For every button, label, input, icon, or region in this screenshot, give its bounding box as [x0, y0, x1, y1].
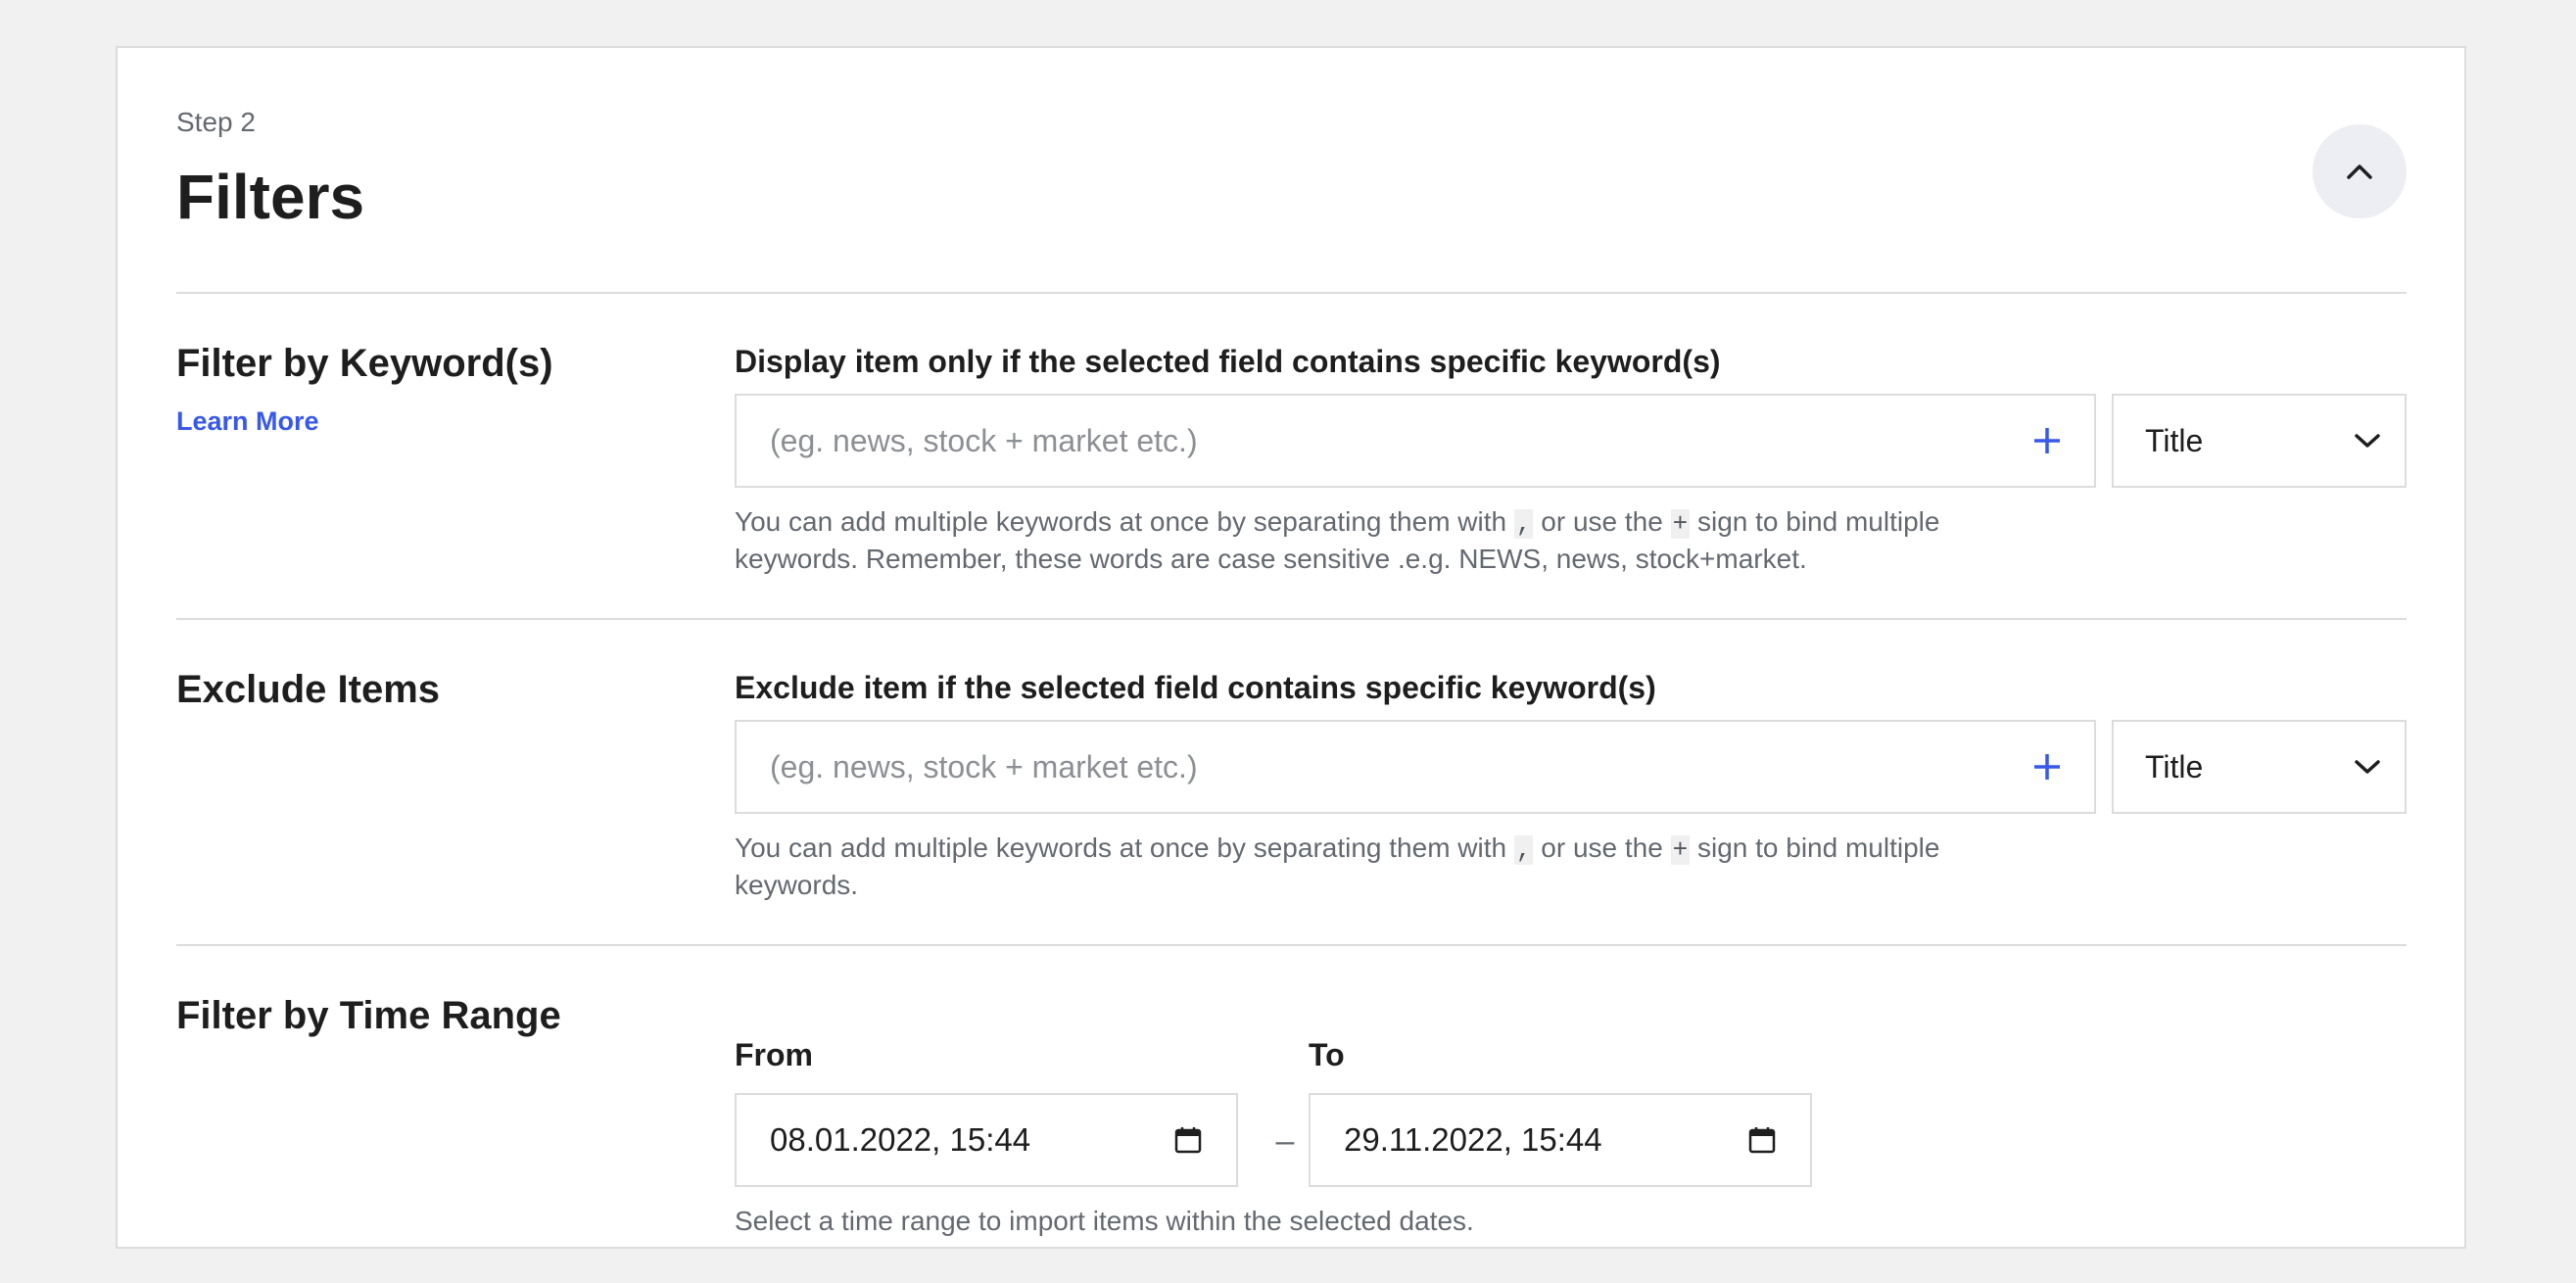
help-text: or use the	[1541, 506, 1663, 537]
to-date-value: 29.11.2022, 15:44	[1344, 1121, 1602, 1158]
divider	[176, 618, 2407, 620]
keyword-input-group	[735, 394, 2096, 488]
section-title-keyword-filter: Filter by Keyword(s)	[176, 342, 553, 385]
collapse-button[interactable]	[2313, 124, 2407, 218]
from-date-input[interactable]: 08.01.2022, 15:44	[735, 1093, 1238, 1187]
comma-code: ,	[1513, 835, 1534, 865]
keyword-filter-label: Display item only if the selected field …	[735, 344, 1721, 379]
keyword-field-select[interactable]: Title	[2112, 394, 2407, 488]
from-label: From	[735, 1037, 813, 1072]
help-text: You can add multiple keywords at once by…	[735, 506, 1507, 537]
learn-more-link[interactable]: Learn More	[176, 406, 319, 437]
plus-icon	[2034, 754, 2060, 780]
chevron-down-icon	[2355, 434, 2380, 448]
plus-icon	[2034, 428, 2060, 453]
chevron-up-icon	[2347, 165, 2372, 179]
page-title: Filters	[176, 162, 365, 232]
exclude-input-group	[735, 720, 2096, 814]
exclude-field-select[interactable]: Title	[2112, 720, 2407, 814]
section-title-exclude-items: Exclude Items	[176, 668, 441, 711]
section-title-time-range: Filter by Time Range	[176, 994, 561, 1037]
add-exclude-keyword-button[interactable]	[2000, 722, 2094, 812]
time-range-help: Select a time range to import items with…	[735, 1206, 1474, 1236]
to-date-input[interactable]: 29.11.2022, 15:44	[1309, 1093, 1812, 1187]
help-text: or use the	[1541, 832, 1663, 863]
date-range-separator: –	[1275, 1121, 1295, 1160]
chevron-down-icon	[2355, 760, 2380, 774]
keyword-include-input[interactable]	[737, 396, 2000, 486]
exclude-filter-label: Exclude item if the selected field conta…	[735, 670, 1656, 705]
calendar-icon[interactable]	[1173, 1125, 1203, 1155]
help-text: You can add multiple keywords at once by…	[735, 832, 1507, 863]
calendar-icon[interactable]	[1747, 1125, 1777, 1155]
to-label: To	[1309, 1037, 1345, 1072]
plus-code: +	[1670, 835, 1691, 865]
step-label: Step 2	[176, 107, 256, 137]
comma-code: ,	[1513, 509, 1534, 539]
divider	[176, 292, 2407, 294]
keyword-exclude-input[interactable]	[737, 722, 2000, 812]
keyword-field-select-value: Title	[2145, 422, 2204, 458]
from-date-value: 08.01.2022, 15:44	[770, 1121, 1031, 1158]
exclude-field-select-value: Title	[2145, 748, 2204, 784]
plus-code: +	[1670, 509, 1691, 539]
add-keyword-button[interactable]	[2000, 396, 2094, 486]
divider	[176, 944, 2407, 946]
filters-card: Step 2 Filters Filter by Keyword(s) Lear…	[116, 46, 2466, 1249]
exclude-filter-help: You can add multiple keywords at once by…	[735, 831, 2008, 902]
keyword-filter-help: You can add multiple keywords at once by…	[735, 504, 2008, 576]
